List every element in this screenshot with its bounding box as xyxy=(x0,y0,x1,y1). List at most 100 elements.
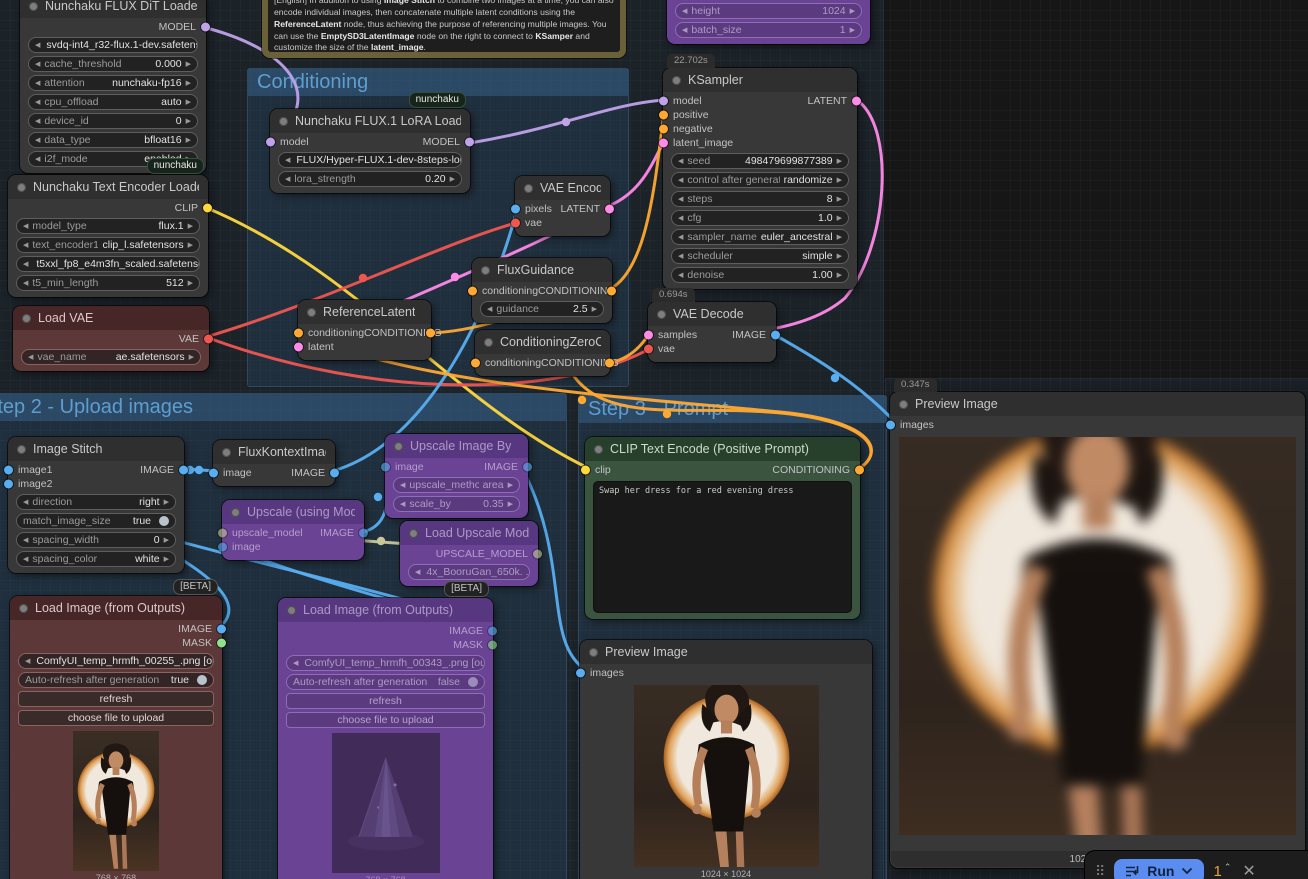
increment-arrow-icon[interactable]: ▶ xyxy=(188,279,193,287)
output-port-MODEL[interactable] xyxy=(201,22,210,32)
output-port-CONDITIONING[interactable] xyxy=(855,465,864,475)
node-header[interactable]: Load Image (from Outputs) xyxy=(278,598,493,622)
decrement-arrow-icon[interactable]: ◀ xyxy=(23,260,28,268)
node-header[interactable]: Upscale (using Model) xyxy=(222,500,364,524)
toggle-knob[interactable] xyxy=(468,677,478,687)
reference-latent-node[interactable]: ReferenceLatent conditioning CONDITIONING l… xyxy=(294,300,442,360)
output-port-IMAGE[interactable] xyxy=(179,465,188,475)
collapse-dot-icon[interactable] xyxy=(29,1,38,11)
load-vae-node[interactable]: Load VAE VAE ◀ vae_name ae.safetensors ▶ xyxy=(13,306,213,371)
node-header[interactable]: Preview Image xyxy=(580,640,872,664)
decrement-arrow-icon[interactable]: ◀ xyxy=(35,117,40,125)
decrement-arrow-icon[interactable]: ◀ xyxy=(678,252,683,260)
increment-arrow-icon[interactable]: ▶ xyxy=(186,117,191,125)
increment-arrow-icon[interactable]: ▶ xyxy=(837,252,842,260)
preview-image-right-node[interactable]: 0.347sPreview Imageimages 1024 × 1024 xyxy=(886,378,1305,868)
widget-data-type[interactable]: ◀ data_type bfloat16 ▶ xyxy=(28,132,198,148)
refresh-button[interactable]: refresh xyxy=(18,691,214,707)
node-header[interactable]: ReferenceLatent xyxy=(298,300,431,324)
node-header[interactable]: FluxKontextImageScale xyxy=(213,440,335,464)
node-header[interactable]: CLIP Text Encode (Positive Prompt) xyxy=(585,437,860,461)
increment-arrow-icon[interactable]: ▶ xyxy=(164,555,169,563)
choose-file-to-upload-button[interactable]: choose file to upload xyxy=(286,712,485,728)
widget-control-after-generate[interactable]: ◀ control after generate randomize ▶ xyxy=(671,172,849,188)
decrement-arrow-icon[interactable]: ◀ xyxy=(35,98,40,106)
input-port-latent_image[interactable] xyxy=(659,138,668,148)
close-icon[interactable]: ✕ xyxy=(1242,861,1255,879)
collapse-dot-icon[interactable] xyxy=(17,182,26,192)
stepper-up-icon[interactable]: ⌃⌄ xyxy=(1224,863,1232,879)
dit-loader-node[interactable]: Nunchaku FLUX DiT Loader MODEL ◀ svdq-int4_… xyxy=(20,0,210,173)
widget-model-type[interactable]: ◀ model_type flux.1 ▶ xyxy=(16,218,200,234)
collapse-dot-icon[interactable] xyxy=(589,647,598,657)
input-port-image1[interactable] xyxy=(4,465,13,475)
collapse-dot-icon[interactable] xyxy=(17,444,26,454)
node-header[interactable]: Image Stitch xyxy=(8,437,184,461)
decrement-arrow-icon[interactable]: ◀ xyxy=(678,176,683,184)
input-port-conditioning[interactable] xyxy=(294,328,303,338)
output-port-LATENT[interactable] xyxy=(852,96,861,106)
widget-denoise[interactable]: ◀ denoise 1.00 ▶ xyxy=(671,267,849,283)
widget-cfg[interactable]: ◀ cfg 1.0 ▶ xyxy=(671,210,849,226)
decrement-arrow-icon[interactable]: ◀ xyxy=(400,481,405,489)
decrement-arrow-icon[interactable]: ◀ xyxy=(25,657,30,665)
input-port-samples[interactable] xyxy=(644,330,653,340)
node-header[interactable]: Load VAE xyxy=(13,306,209,330)
collapse-dot-icon[interactable] xyxy=(484,337,493,347)
note-node[interactable]: [English] In addition to using Image Sti… xyxy=(262,0,626,58)
widget-svdq-int4-r32-flux-1-dev-safetens-[interactable]: ◀svdq-int4_r32-flux.1-dev.safetens ...▶ xyxy=(28,37,198,53)
input-port-image[interactable] xyxy=(218,542,227,552)
increment-arrow-icon[interactable]: ▶ xyxy=(186,79,191,87)
input-port-image[interactable] xyxy=(381,462,390,472)
output-port-IMAGE[interactable] xyxy=(217,624,226,634)
output-port-MODEL[interactable] xyxy=(465,137,474,147)
widget-tex-[interactable]: ◀tex…t5xxl_fp8_e4m3fn_scaled.safetensors… xyxy=(16,256,200,272)
increment-arrow-icon[interactable]: ▶ xyxy=(837,176,842,184)
output-port-CONDITIONING[interactable] xyxy=(607,286,616,296)
input-port-negative[interactable] xyxy=(659,124,668,134)
increment-arrow-icon[interactable]: ▶ xyxy=(164,498,169,506)
input-port-image[interactable] xyxy=(209,468,218,478)
toggle-knob[interactable] xyxy=(159,516,169,526)
collapse-dot-icon[interactable] xyxy=(307,307,316,317)
collapse-dot-icon[interactable] xyxy=(279,116,288,126)
node-header[interactable]: Upscale Image By xyxy=(385,434,528,458)
lora-loader-node[interactable]: nunchaku Nunchaku FLUX.1 LoRA Loader model… xyxy=(266,92,474,193)
decrement-arrow-icon[interactable]: ◀ xyxy=(35,41,40,49)
increment-arrow-icon[interactable]: ▶ xyxy=(186,136,191,144)
queue-count[interactable]: 1 xyxy=(1213,863,1221,879)
input-port-image2[interactable] xyxy=(4,479,13,489)
widget-match-image-size[interactable]: match_image_size true xyxy=(16,513,176,529)
input-port-conditioning[interactable] xyxy=(471,358,480,368)
widget-cpu-offload[interactable]: ◀ cpu_offload auto ▶ xyxy=(28,94,198,110)
increment-arrow-icon[interactable]: ▶ xyxy=(592,305,597,313)
widget-steps[interactable]: ◀ steps 8 ▶ xyxy=(671,191,849,207)
vae-encode-node[interactable]: VAE Encode pixels LATENT vae xyxy=(511,176,614,236)
increment-arrow-icon[interactable]: ▶ xyxy=(850,7,855,15)
decrement-arrow-icon[interactable]: ◀ xyxy=(28,353,33,361)
output-port-MASK[interactable] xyxy=(217,638,226,648)
input-port-conditioning[interactable] xyxy=(468,286,477,296)
increment-arrow-icon[interactable]: ▶ xyxy=(188,222,193,230)
widget-seed[interactable]: ◀ seed 498479699877389 ▶ xyxy=(671,153,849,169)
input-port-vae[interactable] xyxy=(511,218,520,228)
increment-arrow-icon[interactable]: ▶ xyxy=(837,195,842,203)
widget-t5-min-length[interactable]: ◀ t5_min_length 512 ▶ xyxy=(16,275,200,291)
node-header[interactable]: Load Image (from Outputs) xyxy=(10,596,222,620)
output-port-IMAGE[interactable] xyxy=(771,330,780,340)
node-header[interactable]: Nunchaku Text Encoder Loader V2 xyxy=(8,175,208,199)
decrement-arrow-icon[interactable]: ◀ xyxy=(678,214,683,222)
decrement-arrow-icon[interactable]: ◀ xyxy=(285,175,290,183)
widget-device-id[interactable]: ◀ device_id 0 ▶ xyxy=(28,113,198,129)
decrement-arrow-icon[interactable]: ◀ xyxy=(23,241,28,249)
output-port-IMAGE[interactable] xyxy=(488,626,497,636)
collapse-dot-icon[interactable] xyxy=(287,605,296,615)
collapse-dot-icon[interactable] xyxy=(19,603,28,613)
input-port-clip[interactable] xyxy=(581,465,590,475)
conditioning-zero-out-node[interactable]: ConditioningZeroOut conditioningCONDITION… xyxy=(471,330,619,376)
flux-guidance-node[interactable]: FluxGuidance conditioning CONDITIONING ◀ gui… xyxy=(468,258,616,323)
output-port-IMAGE[interactable] xyxy=(330,468,339,478)
increment-arrow-icon[interactable]: ▶ xyxy=(164,536,169,544)
widget-comfyui-temp-hrmfh-00343-png-output-[interactable]: ◀ComfyUI_temp_hrmfh_00343_.png [output]▶ xyxy=(286,655,485,671)
decrement-arrow-icon[interactable]: ◀ xyxy=(415,568,420,576)
